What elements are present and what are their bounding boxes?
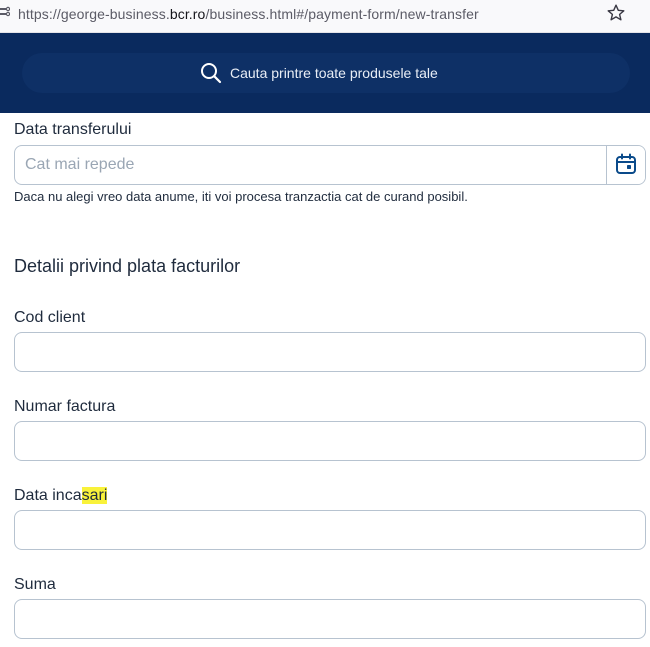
collection-date-label: Data incasari (14, 486, 108, 506)
invoice-number-label: Numar factura (14, 398, 116, 415)
search-icon (201, 63, 222, 84)
invoice-number-input[interactable] (15, 422, 645, 460)
page-info-icon[interactable] (0, 6, 10, 20)
collection-date-label-start: Data inca (14, 487, 82, 504)
transfer-date-input[interactable] (15, 146, 607, 184)
collection-date-input[interactable] (15, 511, 645, 549)
transfer-date-label: Data transferului (14, 121, 132, 138)
amount-input[interactable] (15, 600, 645, 638)
bookmark-star-icon[interactable] (606, 3, 626, 23)
amount-label: Suma (14, 576, 56, 593)
client-code-input[interactable] (15, 333, 645, 371)
highlighted-text: sari (81, 487, 108, 504)
url-text[interactable]: https://george-business.bcr.ro/business.… (18, 5, 479, 23)
search-placeholder[interactable]: Cauta printre toate produsele tale (230, 64, 438, 82)
client-code-label: Cod client (14, 309, 86, 326)
invoice-number-field[interactable] (14, 421, 646, 461)
transfer-date-field[interactable] (14, 145, 646, 185)
transfer-date-hint: Daca nu alegi vreo data anume, iti voi p… (14, 189, 468, 204)
client-code-field[interactable] (14, 332, 646, 372)
global-search-bar[interactable]: Cauta printre toate produsele tale (22, 53, 630, 93)
amount-field[interactable] (14, 599, 646, 639)
collection-date-field[interactable] (14, 510, 646, 550)
invoice-details-title: Detalii privind plata facturilor (14, 256, 241, 276)
app-header: Cauta printre toate produsele tale (0, 33, 650, 113)
browser-address-bar[interactable]: https://george-business.bcr.ro/business.… (0, 0, 650, 33)
calendar-button[interactable] (606, 146, 645, 184)
calendar-icon (616, 153, 636, 174)
